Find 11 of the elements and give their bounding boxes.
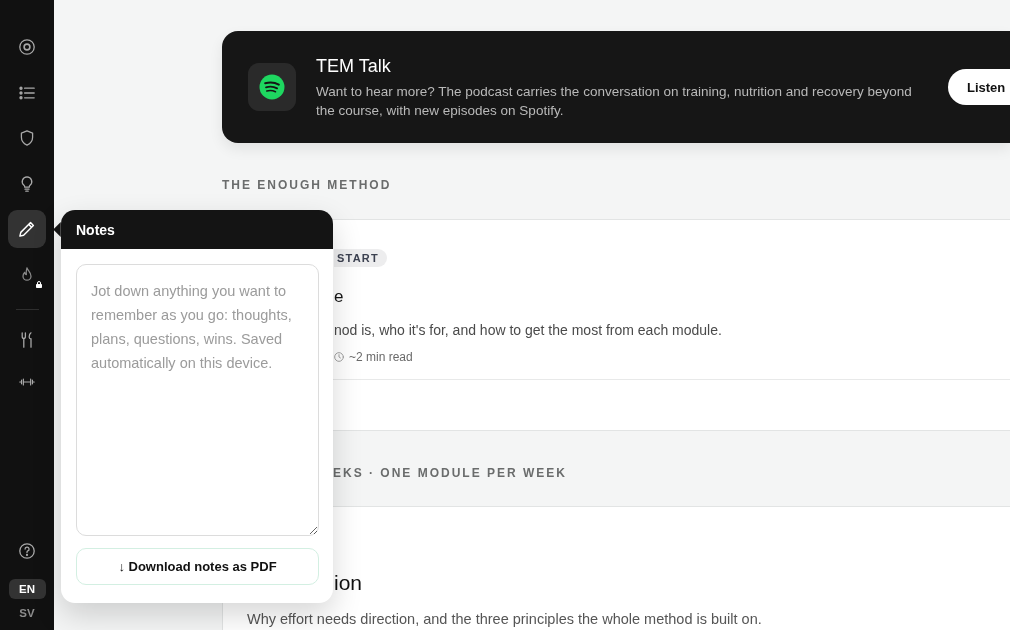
lesson-title: e [334, 286, 344, 308]
lesson-description: nod is, who it's for, and how to get the most from each module. [334, 321, 722, 340]
lesson-title: ion [334, 570, 363, 596]
lesson-tag: START [334, 249, 387, 267]
banner-description: Want to hear more? The podcast carries the conversation on training, nutrition and recovery beyond the course, with new episodes on Spotify. [316, 82, 913, 120]
banner-title: TEM Talk [316, 54, 392, 77]
lesson-description: Why effort needs direction, and the three principles the whole method is built on. [247, 610, 762, 629]
notes-title: Notes [76, 221, 115, 238]
section-heading: THE ENOUGH METHOD [222, 178, 392, 192]
section-heading: EKS · ONE MODULE PER WEEK [333, 466, 567, 480]
read-time: ~2 min read [349, 349, 413, 365]
